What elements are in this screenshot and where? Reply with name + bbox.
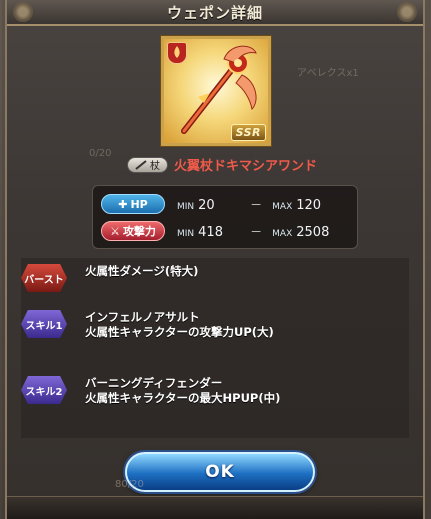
weapon-type-pill: 杖: [127, 156, 168, 173]
hp-values: MIN 20 － MAX 120: [177, 196, 338, 213]
dialog-titlebar: ウェポン詳細: [7, 0, 423, 26]
dialog-title: ウェポン詳細: [166, 3, 263, 22]
background-ghost-text: 0/20: [89, 148, 112, 159]
hp-stat-row: ✚ HP MIN 20 － MAX 120: [101, 193, 349, 215]
skill-line: 火属性ダメージ(特大): [85, 264, 199, 278]
atk-min-label: MIN: [177, 228, 195, 239]
skill-description: 火属性ダメージ(特大): [85, 264, 198, 279]
skill-effect: 火属性キャラクターの最大HPUP(中): [85, 391, 281, 405]
rarity-badge: SSR: [230, 124, 266, 141]
atk-stat-row: ⚔ 攻撃力 MIN 418 － MAX 2508: [101, 220, 349, 242]
skill-row-1: スキル1 インフェルノアサルト 火属性キャラクターの攻撃力UP(大): [21, 310, 409, 340]
weapon-type-label: 杖: [150, 161, 160, 172]
atk-separator: －: [250, 224, 263, 239]
atk-label: 攻撃力: [122, 225, 156, 238]
atk-max-value: 2508: [296, 224, 330, 240]
skill2-badge: スキル2: [21, 376, 67, 404]
fire-element-icon: [167, 42, 187, 64]
hp-badge: ✚ HP: [101, 194, 165, 214]
skill-name: バーニングディフェンダー: [85, 376, 223, 390]
skill-description: バーニングディフェンダー 火属性キャラクターの最大HPUP(中): [85, 376, 280, 406]
hp-min-label: MIN: [177, 201, 195, 212]
staff-icon: [135, 159, 147, 170]
skill-description: インフェルノアサルト 火属性キャラクターの攻撃力UP(大): [85, 310, 274, 340]
weapon-image: SSR: [161, 36, 271, 146]
skill-row-2: スキル2 バーニングディフェンダー 火属性キャラクターの最大HPUP(中): [21, 376, 409, 406]
ornament-icon: [397, 2, 417, 22]
weapon-name-row: 杖 火翼杖ドキマシアワンド: [127, 155, 317, 174]
hp-label: HP: [130, 197, 148, 211]
skill1-badge: スキル1: [21, 310, 67, 338]
atk-min-value: 418: [198, 224, 223, 240]
atk-max-label: MAX: [272, 228, 293, 239]
plus-icon: ✚: [118, 197, 128, 211]
bottom-bar: 80/20: [7, 479, 423, 519]
weapon-name: 火翼杖ドキマシアワンド: [174, 159, 318, 174]
atk-values: MIN 418 － MAX 2508: [177, 223, 338, 240]
stats-panel: ✚ HP MIN 20 － MAX 120 ⚔ 攻撃力 MIN 418 － MA…: [92, 185, 358, 249]
skill-effect: 火属性キャラクターの攻撃力UP(大): [85, 325, 274, 339]
ok-button[interactable]: OK: [125, 452, 315, 492]
hp-max-label: MAX: [272, 201, 293, 212]
skill-name: インフェルノアサルト: [85, 310, 200, 324]
sword-icon: ⚔: [110, 224, 120, 238]
background-ghost-text: アベレクスx1: [297, 68, 359, 79]
atk-badge: ⚔ 攻撃力: [101, 221, 165, 241]
burst-badge: バースト: [21, 264, 67, 292]
hp-separator: －: [250, 197, 263, 212]
skills-panel: バースト 火属性ダメージ(特大) スキル1 インフェルノアサルト 火属性キャラク…: [21, 258, 409, 438]
skill-row-burst: バースト 火属性ダメージ(特大): [21, 264, 409, 292]
hp-min-value: 20: [198, 197, 215, 213]
ornament-icon: [13, 2, 33, 22]
ok-button-label: OK: [205, 462, 235, 482]
background-ghost-text: 80/20: [115, 479, 144, 490]
hp-max-value: 120: [296, 197, 322, 213]
weapon-detail-dialog: ウェポン詳細 0/20 アベレクスx1 SSR 杖 火翼杖ドキマシアワンド ✚: [5, 0, 425, 519]
